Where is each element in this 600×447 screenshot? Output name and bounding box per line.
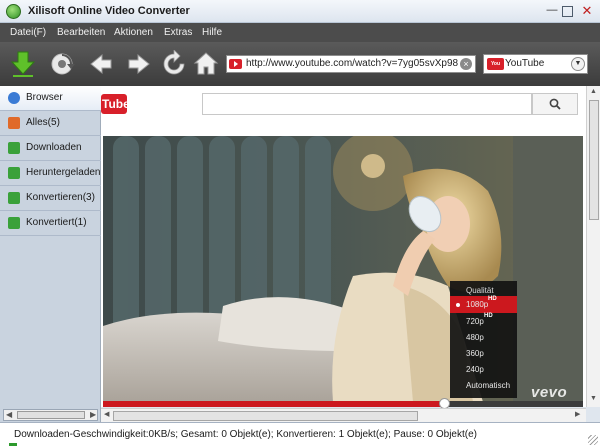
download-icon[interactable]: [9, 50, 37, 78]
menu-datei[interactable]: Datei(F): [10, 27, 46, 38]
selected-dot-icon: [456, 303, 460, 307]
sidebar-item-downloading[interactable]: Downloaden: [0, 136, 101, 161]
menu-bearbeiten[interactable]: Bearbeiten: [57, 27, 105, 38]
quality-option-label: 720p: [466, 317, 484, 326]
converted-icon: [8, 217, 20, 229]
site-select-value: YouTube: [505, 58, 545, 69]
sidebar: Browser Alles(5) Downloaden Heruntergela…: [0, 86, 113, 423]
youtube-logo-icon: You: [487, 58, 504, 70]
sidebar-item-downloaded[interactable]: Heruntergeladen(1): [0, 161, 113, 186]
scrollbar-thumb[interactable]: [589, 100, 599, 220]
sidebar-item-label: Alles(5): [26, 117, 60, 128]
scroll-right-icon[interactable]: ▶: [575, 410, 580, 418]
status-bar: Downloaden-Geschwindigkeit:0KB/s; Gesamt…: [0, 422, 600, 447]
scroll-left-icon[interactable]: ◀: [6, 410, 12, 419]
sidebar-item-label: Browser: [26, 92, 63, 103]
youtube-logo[interactable]: Tube: [101, 94, 130, 114]
close-button[interactable]: ✕: [580, 4, 594, 18]
vevo-watermark: vevo: [531, 384, 568, 401]
convert-icon: [8, 192, 20, 204]
hd-badge: HD: [484, 313, 493, 319]
chevron-down-icon[interactable]: ▼: [571, 57, 585, 71]
title-bar: Xilisoft Online Video Converter — ✕: [0, 0, 600, 23]
site-select[interactable]: You YouTube ▼: [483, 54, 588, 74]
quality-option-auto[interactable]: Automatisch: [450, 377, 517, 394]
home-icon[interactable]: [192, 50, 220, 78]
menu-extras[interactable]: Extras: [164, 27, 192, 38]
all-files-icon: [8, 117, 20, 129]
quality-option-240p[interactable]: 240p: [450, 361, 517, 378]
download-icon: [8, 142, 20, 154]
scroll-left-icon[interactable]: ◀: [104, 410, 109, 418]
sidebar-item-converted[interactable]: Konvertiert(1): [0, 211, 101, 236]
sidebar-item-browser[interactable]: Browser: [0, 86, 101, 111]
refresh-icon[interactable]: [160, 50, 188, 78]
quality-option-label: 480p: [466, 333, 484, 342]
sidebar-item-label: Heruntergeladen(1): [26, 167, 113, 178]
quality-menu-title: Qualität: [466, 286, 494, 295]
sidebar-item-label: Downloaden: [26, 142, 82, 153]
convert-icon[interactable]: [48, 50, 76, 78]
scroll-up-icon[interactable]: ▲: [590, 88, 597, 95]
quality-option-label: 240p: [466, 365, 484, 374]
youtube-search-input[interactable]: [202, 93, 532, 115]
url-input[interactable]: http://www.youtube.com/watch?v=7yg05svXp…: [226, 55, 476, 73]
quality-option-360p[interactable]: 360p: [450, 345, 517, 362]
quality-option-label: 360p: [466, 349, 484, 358]
sidebar-item-all[interactable]: Alles(5): [0, 111, 101, 136]
youtube-favicon-icon: [229, 59, 242, 69]
clear-url-icon[interactable]: ×: [460, 58, 472, 70]
quality-menu: Qualität 1080p HD 720p HD 480p 360p 240p…: [450, 281, 517, 398]
maximize-button[interactable]: [562, 6, 573, 17]
scroll-down-icon[interactable]: ▼: [590, 395, 597, 402]
back-icon[interactable]: [87, 50, 115, 78]
sidebar-item-converting[interactable]: Konvertieren(3): [0, 186, 101, 211]
video-progress-fill: [103, 401, 444, 407]
horizontal-scrollbar[interactable]: ◀ ▶: [101, 408, 586, 422]
hd-badge: HD: [488, 296, 497, 302]
app-icon: [6, 4, 21, 19]
window-title: Xilisoft Online Video Converter: [28, 5, 190, 17]
quality-option-label: 1080p: [466, 300, 489, 309]
scrollbar-thumb[interactable]: [113, 411, 418, 421]
quality-option-720p[interactable]: 720p HD: [450, 313, 517, 330]
quality-option-480p[interactable]: 480p: [450, 329, 517, 346]
vertical-scrollbar[interactable]: ▲ ▼: [586, 86, 600, 407]
resize-grip-icon[interactable]: [588, 435, 598, 445]
search-icon: [549, 98, 561, 110]
quality-option-1080p[interactable]: 1080p HD: [450, 296, 517, 313]
sidebar-item-label: Konvertieren(3): [26, 192, 95, 203]
scroll-right-icon[interactable]: ▶: [90, 410, 96, 419]
status-indicator: [9, 443, 17, 446]
scrollbar-thumb[interactable]: [17, 411, 85, 419]
menu-bar: Datei(F) Bearbeiten Aktionen Extras Hilf…: [0, 23, 600, 42]
menu-hilfe[interactable]: Hilfe: [202, 27, 222, 38]
sidebar-horizontal-scrollbar[interactable]: ◀ ▶: [3, 409, 98, 421]
menu-aktionen[interactable]: Aktionen: [114, 27, 153, 38]
url-text: http://www.youtube.com/watch?v=7yg05svXp…: [246, 58, 459, 69]
globe-icon: [8, 92, 20, 104]
status-text: Downloaden-Geschwindigkeit:0KB/s; Gesamt…: [14, 429, 477, 440]
minimize-button[interactable]: —: [545, 4, 559, 18]
quality-option-label: Automatisch: [466, 381, 511, 390]
sidebar-item-label: Konvertiert(1): [26, 217, 87, 228]
forward-icon[interactable]: [125, 50, 153, 78]
downloaded-icon: [8, 167, 20, 179]
search-button[interactable]: [532, 93, 578, 115]
